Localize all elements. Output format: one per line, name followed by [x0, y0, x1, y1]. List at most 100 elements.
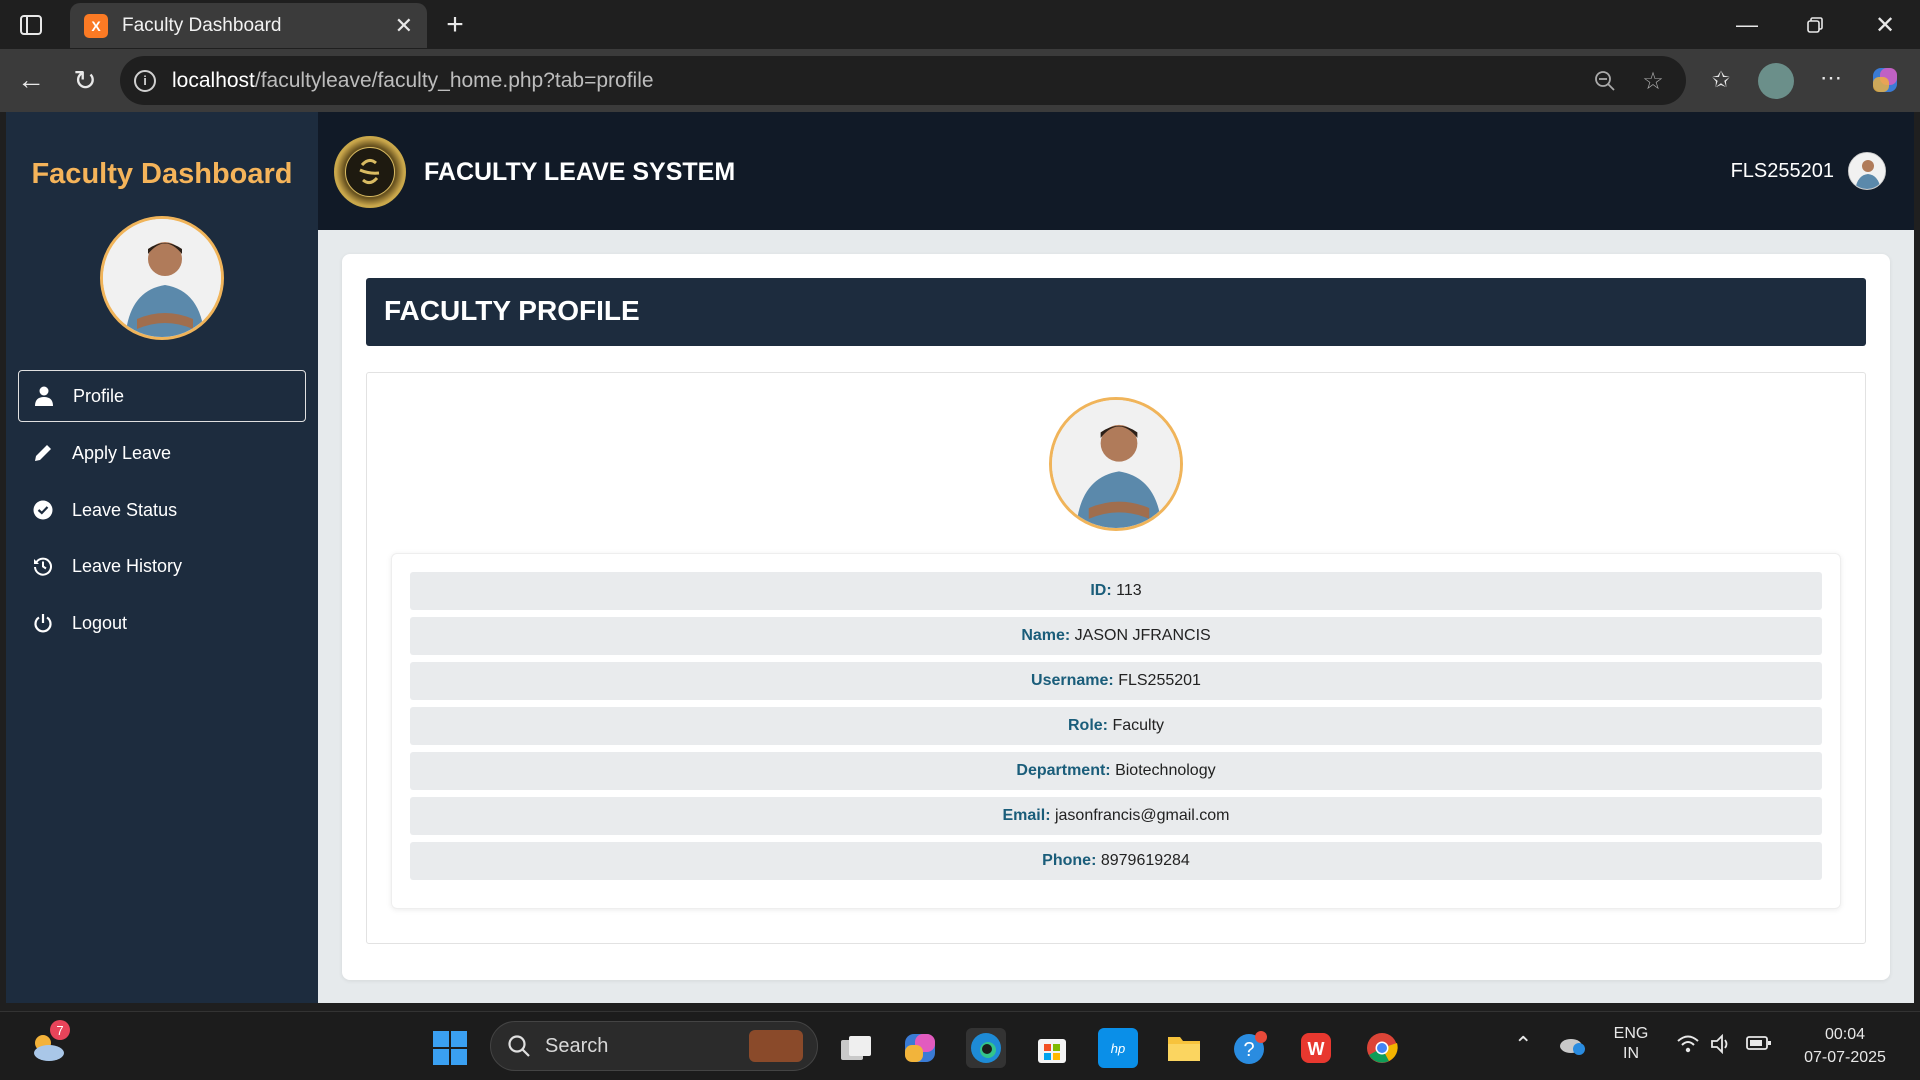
- taskbar: 7 Search hp ? W ⌃ ENG IN 00:04 07-07-202…: [0, 1011, 1920, 1080]
- profile-card: FACULTY PROFILE ID: 113 Name: JASON JFRA…: [342, 254, 1890, 980]
- sidebar-item-label: Apply Leave: [72, 442, 172, 463]
- field-value: 113: [1116, 582, 1142, 599]
- field-label: ID:: [1090, 582, 1112, 599]
- field-value: jasonfrancis@gmail.com: [1054, 807, 1230, 824]
- svg-text:W: W: [1308, 1039, 1325, 1059]
- more-options-icon[interactable]: ⋯: [1816, 63, 1846, 93]
- header-username: FLS255201: [1730, 160, 1834, 182]
- file-explorer-icon[interactable]: [1164, 1028, 1204, 1068]
- address-bar-row: ← ↻ i localhost/facultyleave/faculty_hom…: [0, 49, 1920, 112]
- header-avatar[interactable]: [1848, 152, 1886, 190]
- lang-top: ENG: [1613, 1025, 1649, 1042]
- clock-date: 07-07-2025: [1804, 1049, 1886, 1066]
- field-label: Username:: [1031, 672, 1114, 689]
- xampp-favicon-icon: X: [84, 13, 108, 38]
- favorites-icon[interactable]: ✩: [1706, 65, 1736, 95]
- lang-bottom: IN: [1623, 1045, 1639, 1062]
- store-icon[interactable]: [1032, 1028, 1072, 1068]
- svg-text:?: ?: [1243, 1039, 1254, 1061]
- close-window-icon[interactable]: ✕: [1870, 10, 1900, 40]
- profile-avatar-icon[interactable]: [1758, 63, 1794, 99]
- check-circle-icon: [32, 499, 54, 521]
- field-label: Department:: [1016, 762, 1111, 779]
- task-view-icon[interactable]: [836, 1028, 876, 1068]
- profile-row-id: ID: 113: [410, 572, 1822, 610]
- wifi-icon[interactable]: [1676, 1034, 1700, 1059]
- tab-actions-icon[interactable]: [16, 10, 46, 40]
- sidebar-item-leave-history[interactable]: Leave History: [18, 540, 306, 592]
- zoom-icon[interactable]: [1590, 66, 1620, 96]
- power-icon: [32, 612, 54, 634]
- profile-details: ID: 113 Name: JASON JFRANCIS Username: F…: [391, 553, 1841, 909]
- weather-badge: 7: [50, 1020, 70, 1040]
- sidebar: Faculty Dashboard Profile Apply Leave Le…: [6, 112, 318, 1003]
- battery-icon[interactable]: [1746, 1034, 1772, 1057]
- tab-bar: X Faculty Dashboard ✕ + — ✕: [0, 0, 1920, 49]
- profile-row-department: Department: Biotechnology: [410, 752, 1822, 790]
- back-icon[interactable]: ←: [14, 63, 48, 97]
- profile-row-phone: Phone: 8979619284: [410, 842, 1822, 880]
- copilot-icon[interactable]: [1868, 63, 1902, 97]
- top-header: FACULTY LEAVE SYSTEM FLS255201: [318, 112, 1914, 230]
- sidebar-item-label: Leave History: [72, 555, 183, 576]
- refresh-icon[interactable]: ↻: [68, 63, 102, 97]
- sidebar-item-label: Profile: [73, 385, 125, 406]
- edge-icon[interactable]: [966, 1028, 1006, 1068]
- tab-title: Faculty Dashboard: [122, 14, 282, 36]
- clock[interactable]: 00:04 07-07-2025: [1790, 1023, 1900, 1069]
- search-highlight-icon: [749, 1030, 803, 1062]
- browser-window: X Faculty Dashboard ✕ + — ✕ ← ↻ i localh…: [0, 0, 1920, 1011]
- taskbar-search[interactable]: Search: [490, 1021, 818, 1071]
- system-title: FACULTY LEAVE SYSTEM: [424, 158, 736, 186]
- new-tab-icon[interactable]: +: [438, 8, 472, 42]
- url-host: localhost: [172, 68, 255, 92]
- url-path: /facultyleave/faculty_home.php?tab=profi…: [254, 68, 654, 92]
- copilot-taskbar-icon[interactable]: [900, 1028, 940, 1068]
- weather-widget-icon[interactable]: 7: [26, 1020, 72, 1070]
- field-label: Name:: [1021, 627, 1071, 644]
- field-label: Phone:: [1042, 852, 1097, 869]
- search-icon: [508, 1035, 530, 1057]
- field-value: JASON JFRANCIS: [1074, 627, 1211, 644]
- search-label: Search: [545, 1034, 609, 1057]
- pencil-icon: [32, 442, 54, 464]
- favorite-star-icon[interactable]: ☆: [1638, 66, 1668, 96]
- field-value: FLS255201: [1118, 672, 1201, 689]
- tab-close-icon[interactable]: ✕: [395, 13, 413, 39]
- field-value: Faculty: [1112, 717, 1165, 734]
- sidebar-item-label: Leave Status: [72, 499, 178, 520]
- page-viewport: Faculty Dashboard Profile Apply Leave Le…: [6, 112, 1914, 1003]
- sidebar-avatar: [100, 216, 224, 340]
- help-icon[interactable]: ?: [1230, 1028, 1270, 1068]
- sidebar-item-apply-leave[interactable]: Apply Leave: [18, 427, 306, 479]
- tray-overflow-icon[interactable]: ⌃: [1514, 1032, 1532, 1058]
- browser-tab[interactable]: X Faculty Dashboard ✕: [70, 3, 427, 48]
- chrome-icon[interactable]: [1362, 1028, 1402, 1068]
- profile-row-role: Role: Faculty: [410, 707, 1822, 745]
- restore-icon[interactable]: [1800, 10, 1830, 40]
- minimize-icon[interactable]: —: [1732, 10, 1762, 40]
- profile-row-username: Username: FLS255201: [410, 662, 1822, 700]
- user-icon: [33, 385, 55, 407]
- site-info-icon[interactable]: i: [134, 69, 156, 92]
- myhp-icon[interactable]: hp: [1098, 1028, 1138, 1068]
- wps-office-icon[interactable]: W: [1296, 1028, 1336, 1068]
- sidebar-item-logout[interactable]: Logout: [18, 597, 306, 649]
- field-value: Biotechnology: [1115, 762, 1216, 779]
- address-bar[interactable]: i localhost/facultyleave/faculty_home.ph…: [120, 56, 1686, 105]
- sidebar-item-leave-status[interactable]: Leave Status: [18, 484, 306, 536]
- profile-heading: FACULTY PROFILE: [384, 295, 640, 326]
- language-indicator[interactable]: ENG IN: [1608, 1024, 1654, 1064]
- onedrive-icon[interactable]: [1558, 1034, 1586, 1061]
- sidebar-item-profile[interactable]: Profile: [18, 370, 306, 422]
- sidebar-item-label: Logout: [72, 612, 128, 633]
- profile-row-email: Email: jasonfrancis@gmail.com: [410, 797, 1822, 835]
- field-label: Role:: [1067, 717, 1108, 734]
- sidebar-title: Faculty Dashboard: [31, 158, 293, 190]
- volume-icon[interactable]: [1710, 1033, 1734, 1059]
- history-icon: [32, 555, 54, 577]
- profile-avatar: [1049, 397, 1183, 531]
- start-icon[interactable]: [430, 1028, 470, 1068]
- clock-time: 00:04: [1824, 1026, 1866, 1043]
- profile-panel: ID: 113 Name: JASON JFRANCIS Username: F…: [366, 372, 1866, 944]
